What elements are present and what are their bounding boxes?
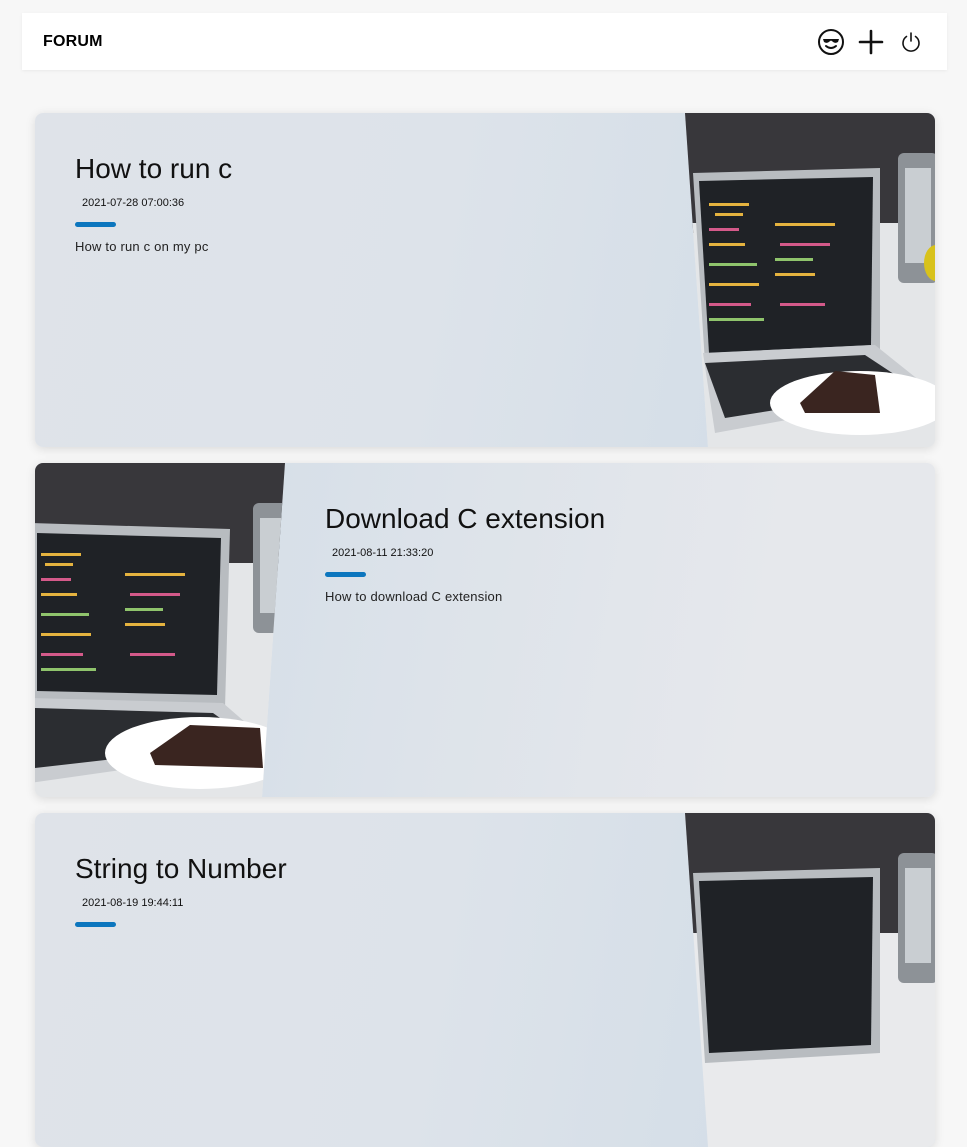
accent-bar: [325, 572, 366, 577]
post-card[interactable]: How to run c 2021-07-28 07:00:36 How to …: [35, 113, 935, 447]
post-text: String to Number 2021-08-19 19:44:11: [75, 853, 287, 939]
accent-bar: [75, 922, 116, 927]
laptop-photo: [685, 113, 935, 447]
post-title[interactable]: How to run c: [75, 153, 232, 185]
laptop-photo: [685, 813, 935, 1147]
post-date: 2021-07-28 07:00:36: [82, 197, 185, 209]
profile-icon[interactable]: [816, 27, 846, 57]
top-navbar: FORUM: [22, 13, 947, 70]
post-date: 2021-08-11 21:33:20: [332, 547, 434, 559]
header-actions: [816, 27, 926, 57]
post-card[interactable]: String to Number 2021-08-19 19:44:11: [35, 813, 935, 1147]
post-text: Download C extension 2021-08-11 21:33:20…: [325, 503, 605, 604]
accent-bar: [75, 222, 116, 227]
post-description: How to download C extension: [325, 589, 503, 604]
brand-title[interactable]: FORUM: [43, 33, 103, 51]
add-icon[interactable]: [856, 27, 886, 57]
post-title[interactable]: Download C extension: [325, 503, 605, 535]
power-icon[interactable]: [896, 27, 926, 57]
post-card[interactable]: Download C extension 2021-08-11 21:33:20…: [35, 463, 935, 797]
post-title[interactable]: String to Number: [75, 853, 287, 885]
post-text: How to run c 2021-07-28 07:00:36 How to …: [75, 153, 232, 254]
laptop-photo: [35, 463, 285, 797]
post-description: How to run c on my pc: [75, 239, 209, 254]
